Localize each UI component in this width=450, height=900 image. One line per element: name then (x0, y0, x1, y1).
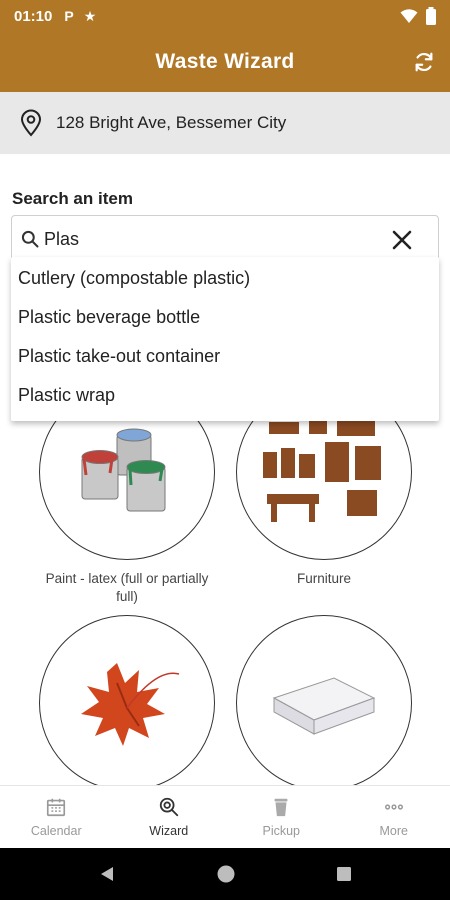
item-label: Furniture (296, 571, 352, 586)
status-time: 01:10 (14, 7, 53, 25)
furniture-image (263, 418, 381, 522)
refresh-button[interactable] (410, 48, 438, 76)
recents-button[interactable] (336, 866, 352, 882)
battery-icon (426, 7, 436, 25)
back-triangle-icon (101, 867, 113, 881)
location-pin-icon (20, 109, 42, 137)
clear-search-button[interactable] (390, 228, 414, 252)
app-bar: Waste Wizard (0, 32, 450, 92)
status-bar: 01:10 P ★ (0, 0, 450, 32)
grid-item-mattress[interactable] (236, 615, 412, 791)
item-image-circle (39, 615, 215, 791)
address-bar[interactable]: 128 Bright Ave, Bessemer City (0, 92, 450, 154)
suggestion-item[interactable]: Cutlery (compostable plastic) (11, 259, 439, 298)
suggestion-item[interactable]: Plastic wrap (11, 376, 439, 415)
system-navigation-bar (0, 848, 450, 900)
more-dots-icon (384, 804, 403, 810)
home-circle-icon (217, 865, 235, 883)
status-indicators (400, 7, 436, 25)
recents-square-icon (337, 867, 351, 881)
app-title: Waste Wizard (155, 50, 295, 73)
search-box[interactable] (11, 215, 439, 263)
nav-label: Pickup (262, 824, 301, 838)
suggestion-item[interactable]: Plastic beverage bottle (11, 298, 439, 337)
autumn-leaf-image (81, 663, 180, 746)
home-button[interactable] (216, 864, 236, 884)
nav-label: More (379, 824, 408, 838)
nav-wizard[interactable]: Wizard (113, 786, 226, 848)
suggestions-dropdown: Cutlery (compostable plastic) Plastic be… (11, 257, 439, 421)
suggestion-item[interactable]: Plastic take-out container (11, 337, 439, 376)
nav-calendar[interactable]: Calendar (0, 786, 113, 848)
search-label: Search an item (12, 189, 133, 208)
parking-notification-icon: P (64, 8, 74, 24)
nav-label: Calendar (30, 824, 82, 838)
wizard-search-icon (159, 797, 178, 817)
wifi-icon (400, 9, 418, 23)
search-input[interactable] (44, 228, 364, 250)
star-notification-icon: ★ (83, 7, 97, 24)
nav-pickup[interactable]: Pickup (225, 786, 338, 848)
item-image-circle (236, 615, 412, 791)
search-icon (21, 230, 39, 248)
refresh-icon (415, 52, 433, 72)
close-icon (392, 230, 412, 250)
address-text: 128 Bright Ave, Bessemer City (56, 113, 287, 132)
bottom-navigation: Calendar Wizard Pickup More (0, 785, 450, 848)
back-button[interactable] (98, 865, 116, 883)
paint-cans-image (81, 428, 166, 512)
mattress-image (272, 677, 376, 735)
item-label: Paint - latex (full or partially full) (45, 571, 209, 604)
nav-more[interactable]: More (338, 786, 450, 848)
calendar-icon (47, 798, 66, 817)
trash-can-icon (274, 798, 288, 817)
grid-item-leaves[interactable] (39, 615, 215, 791)
nav-label: Wizard (149, 824, 189, 838)
